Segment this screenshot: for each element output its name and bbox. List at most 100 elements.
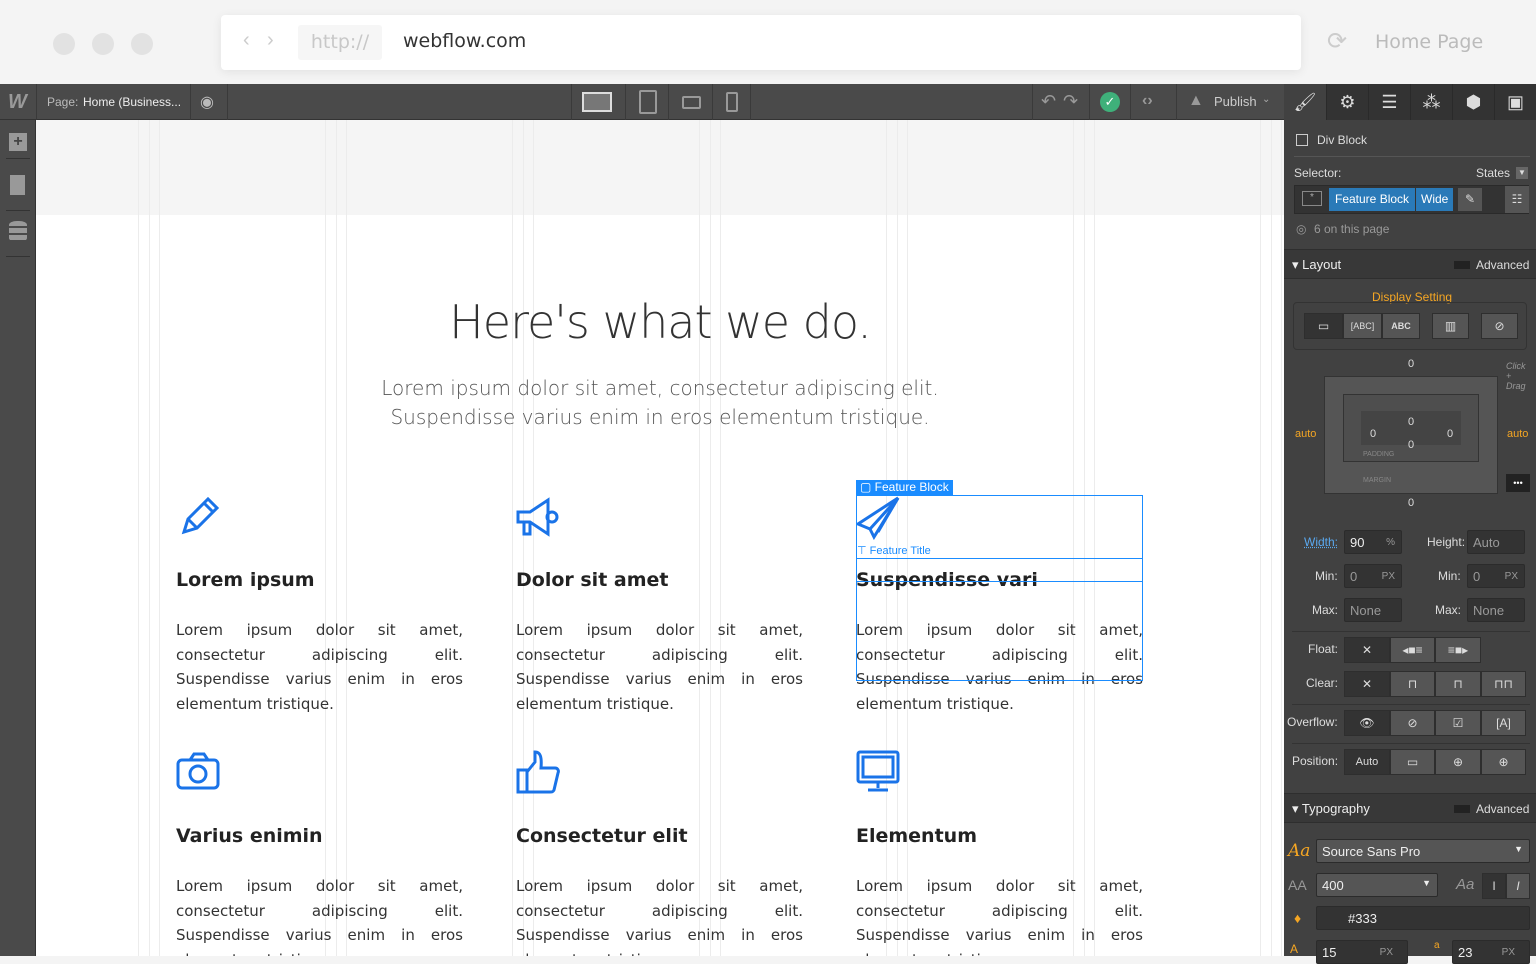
- feature-title: Lorem ipsum: [176, 569, 315, 591]
- position-auto-button[interactable]: Auto: [1344, 749, 1390, 775]
- class-tag[interactable]: Feature Block: [1329, 188, 1416, 211]
- window-maximize-button[interactable]: [131, 33, 153, 55]
- padding-bottom-value[interactable]: 0: [1408, 439, 1414, 451]
- target-icon: ◎: [1296, 222, 1307, 236]
- tablet-view-icon[interactable]: [639, 90, 657, 114]
- overflow-hidden-icon[interactable]: ⊘: [1390, 710, 1435, 736]
- forward-icon[interactable]: ›: [267, 29, 274, 52]
- feature-block[interactable]: Lorem ipsum Lorem ipsum dolor sit amet, …: [176, 494, 463, 716]
- min-height-input[interactable]: 0 PX: [1467, 564, 1525, 588]
- advanced-toggle[interactable]: [1454, 805, 1470, 813]
- overflow-auto-icon[interactable]: [A]: [1481, 710, 1526, 736]
- margin-top-value[interactable]: 0: [1408, 358, 1414, 370]
- margin-bottom-value[interactable]: 0: [1408, 497, 1414, 509]
- clear-none-button[interactable]: ✕: [1344, 671, 1390, 697]
- edit-pencil-icon[interactable]: ✎: [1458, 188, 1482, 211]
- layout-section-header[interactable]: ▾ Layout Advanced: [1284, 249, 1536, 279]
- mobile-landscape-view-icon[interactable]: [682, 96, 701, 109]
- line-height-input[interactable]: 23 PX: [1452, 940, 1530, 964]
- feature-block[interactable]: Dolor sit amet Lorem ipsum dolor sit ame…: [516, 494, 803, 716]
- settings-gear-icon[interactable]: ⚙: [1326, 84, 1368, 120]
- font-family-icon: Aa: [1288, 841, 1311, 861]
- float-right-button[interactable]: ≡■▸: [1435, 637, 1481, 663]
- url-text[interactable]: webflow.com: [403, 30, 526, 52]
- margin-box[interactable]: MARGIN PADDING: [1324, 376, 1498, 494]
- overflow-visible-eye-icon[interactable]: 👁: [1344, 710, 1390, 736]
- chevron-down-icon[interactable]: ▼: [1516, 167, 1528, 179]
- position-relative-icon[interactable]: ▭: [1390, 749, 1435, 775]
- feature-block[interactable]: Elementum Lorem ipsum dolor sit amet, co…: [856, 750, 1143, 956]
- class-tag[interactable]: Wide: [1416, 188, 1454, 211]
- height-input[interactable]: Auto: [1467, 530, 1525, 554]
- selector-field[interactable]: * Feature Block Wide ✎ ☷: [1294, 185, 1529, 214]
- webflow-logo[interactable]: W: [8, 91, 27, 114]
- font-weight-select[interactable]: 400 ▼: [1316, 873, 1438, 897]
- min-width-input[interactable]: 0 PX: [1344, 564, 1402, 588]
- preview-eye-icon[interactable]: ◉: [200, 92, 214, 112]
- states-dropdown[interactable]: States: [1476, 166, 1510, 180]
- font-family-select[interactable]: Source Sans Pro ▼: [1316, 839, 1530, 863]
- padding-left-value[interactable]: 0: [1370, 428, 1376, 440]
- reload-icon[interactable]: ⟳: [1327, 27, 1347, 56]
- display-inline-block-button[interactable]: [ABC]: [1343, 313, 1382, 339]
- style-normal-button[interactable]: I: [1482, 873, 1506, 899]
- width-input[interactable]: 90%: [1344, 530, 1402, 554]
- desktop-view-icon[interactable]: [582, 92, 612, 112]
- position-fixed-icon[interactable]: ⊕: [1481, 749, 1526, 775]
- selector-target-icon: *: [1302, 191, 1322, 206]
- selector-menu-icon[interactable]: ☷: [1505, 186, 1529, 213]
- megaphone-icon: [516, 494, 803, 544]
- mobile-portrait-view-icon[interactable]: [726, 92, 738, 112]
- max-height-input[interactable]: None: [1467, 598, 1525, 622]
- margin-left-value[interactable]: auto: [1295, 428, 1316, 440]
- back-icon[interactable]: ‹: [243, 29, 250, 52]
- address-bar[interactable]: ‹ › http:// webflow.com: [221, 15, 1301, 70]
- selection-label[interactable]: ▢ Feature Block: [856, 480, 953, 495]
- clear-left-button[interactable]: ⊓: [1390, 671, 1435, 697]
- clear-both-button[interactable]: ⊓⊓: [1481, 671, 1526, 697]
- assets-images-icon[interactable]: ▣: [1494, 84, 1536, 120]
- padding-label: PADDING: [1363, 451, 1395, 458]
- add-element-icon[interactable]: +: [9, 133, 27, 151]
- display-block-button[interactable]: ▭: [1304, 313, 1343, 339]
- float-left-button[interactable]: ◂■≡: [1390, 637, 1435, 663]
- font-color-input[interactable]: #333: [1316, 906, 1530, 930]
- display-none-button[interactable]: ⊘: [1481, 313, 1518, 339]
- click-drag-hint: Click + Drag: [1506, 361, 1526, 391]
- publish-button[interactable]: Publish: [1214, 94, 1257, 109]
- cms-database-icon[interactable]: [9, 221, 27, 242]
- redo-icon[interactable]: ↷: [1063, 91, 1078, 112]
- float-none-button[interactable]: ✕: [1344, 637, 1390, 663]
- pages-icon[interactable]: [10, 175, 25, 195]
- feature-block[interactable]: Varius enimin Lorem ipsum dolor sit amet…: [176, 750, 463, 956]
- swatches-drops-icon[interactable]: ⁂: [1410, 84, 1452, 120]
- padding-right-value[interactable]: 0: [1447, 428, 1453, 440]
- feature-block[interactable]: Consectetur elit Lorem ipsum dolor sit a…: [516, 750, 803, 956]
- style-brush-icon[interactable]: 🖌: [1284, 84, 1326, 120]
- display-flex-button[interactable]: ▥: [1432, 313, 1469, 339]
- page-selector[interactable]: Home (Business...: [83, 95, 181, 109]
- left-sidebar: +: [0, 120, 36, 956]
- feature-text: Lorem ipsum dolor sit amet, consectetur …: [516, 621, 803, 713]
- url-scheme: http://: [298, 25, 382, 60]
- symbols-box-icon[interactable]: ⬢: [1452, 84, 1494, 120]
- advanced-toggle[interactable]: [1454, 261, 1470, 269]
- window-close-button[interactable]: [53, 33, 75, 55]
- padding-top-value[interactable]: 0: [1408, 416, 1414, 428]
- max-width-input[interactable]: None: [1344, 598, 1402, 622]
- window-minimize-button[interactable]: [92, 33, 114, 55]
- navigator-icon[interactable]: ☰: [1368, 84, 1410, 120]
- position-absolute-icon[interactable]: ⊕: [1435, 749, 1481, 775]
- clear-right-button[interactable]: ⊓: [1435, 671, 1481, 697]
- overflow-label: Overflow:: [1287, 715, 1338, 729]
- overflow-scroll-icon[interactable]: ☑: [1435, 710, 1481, 736]
- code-icon[interactable]: ‹›: [1142, 92, 1153, 110]
- margin-right-value[interactable]: auto: [1507, 428, 1528, 440]
- display-inline-button[interactable]: ABC: [1382, 313, 1420, 339]
- font-size-input[interactable]: 15 PX: [1316, 940, 1408, 964]
- undo-icon[interactable]: ↶: [1041, 91, 1056, 112]
- style-italic-button[interactable]: I: [1506, 873, 1530, 899]
- design-canvas[interactable]: Here's what we do. Lorem ipsum dolor sit…: [36, 120, 1284, 956]
- typography-section-header[interactable]: ▾ Typography Advanced: [1284, 793, 1536, 823]
- more-options-icon[interactable]: •••: [1506, 474, 1530, 492]
